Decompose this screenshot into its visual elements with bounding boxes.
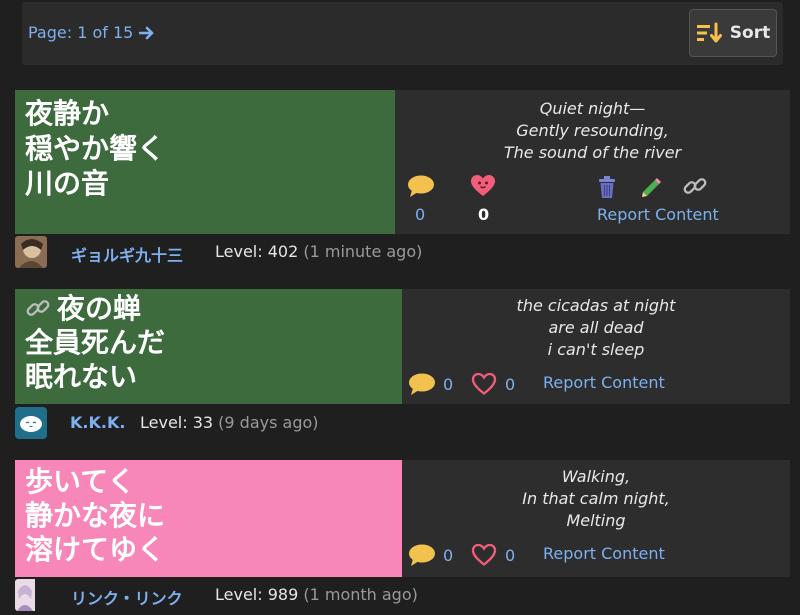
timestamp: (1 month ago): [303, 585, 418, 604]
like-button[interactable]: 0: [471, 543, 515, 567]
comment-count: 0: [443, 374, 454, 394]
toolbar: Page: 1 of 15 Sort: [22, 2, 783, 65]
translation: the cicadas at night are all dead i can'…: [402, 295, 790, 361]
haiku-line-text: 夜の蝉: [57, 292, 142, 325]
timestamp: (9 days ago): [218, 413, 319, 432]
username[interactable]: K.K.K.: [70, 413, 125, 432]
like-button[interactable]: [470, 174, 496, 198]
user-level: Level: 989 (1 month ago): [215, 585, 418, 604]
pencil-icon[interactable]: [639, 175, 663, 199]
post-card: 夜静か 穏やか響く 川の音 Quiet night— Gently resoun…: [15, 90, 790, 234]
haiku-text: 夜の蝉 全員死んだ 眠れない: [15, 289, 402, 404]
translation-line: Quiet night—: [539, 99, 646, 118]
sort-icon: [696, 22, 722, 43]
link-icon[interactable]: [25, 295, 51, 321]
translation-panel: the cicadas at night are all dead i can'…: [402, 289, 790, 404]
level-label: Level: 989: [215, 585, 299, 604]
comment-button[interactable]: 0: [408, 372, 453, 396]
translation-line: In that calm night,: [522, 489, 670, 508]
haiku-line: 静かな夜に: [25, 499, 166, 532]
translation-line: Walking,: [561, 467, 631, 486]
translation-line: are all dead: [548, 318, 644, 337]
translation-panel: Walking, In that calm night, Melting 0 0…: [402, 460, 790, 577]
like-count: 0: [505, 545, 516, 565]
user-level: Level: 402 (1 minute ago): [215, 242, 422, 261]
username[interactable]: リンク・リンク: [71, 585, 183, 609]
haiku-line: 穏やか響く: [25, 132, 166, 165]
post-card: 歩いてく 静かな夜に 溶けてゆく Walking, In that calm n…: [15, 460, 790, 577]
like-count: 0: [505, 374, 516, 394]
report-content-link[interactable]: Report Content: [597, 205, 719, 224]
user-level: Level: 33 (9 days ago): [140, 413, 319, 432]
translation-line: the cicadas at night: [516, 296, 676, 315]
post-author: ギョルギ九十三 Level: 402 (1 minute ago): [15, 236, 775, 268]
haiku-line: 全員死んだ: [25, 326, 166, 359]
heart-outline-icon: [471, 543, 497, 566]
report-content-link[interactable]: Report Content: [543, 544, 665, 563]
speech-bubble-icon: [409, 373, 435, 395]
comment-button[interactable]: [407, 174, 435, 198]
like-button[interactable]: 0: [471, 372, 515, 396]
avatar[interactable]: [15, 407, 47, 439]
level-label: Level: 402: [215, 242, 299, 261]
heart-face-icon: [471, 175, 495, 196]
translation-line: The sound of the river: [503, 143, 682, 162]
page-label: Page: 1 of 15: [28, 23, 134, 42]
translation-panel: Quiet night— Gently resounding, The soun…: [395, 90, 790, 234]
avatar[interactable]: [15, 236, 47, 268]
translation-line: i can't sleep: [547, 340, 645, 359]
post-card: 夜の蝉 全員死んだ 眠れない the cicadas at night are …: [15, 289, 790, 404]
translation-line: Gently resounding,: [516, 121, 669, 140]
haiku-text: 歩いてく 静かな夜に 溶けてゆく: [15, 460, 402, 577]
comment-button[interactable]: 0: [408, 543, 453, 567]
post-author: K.K.K. Level: 33 (9 days ago): [15, 407, 775, 439]
translation: Quiet night— Gently resounding, The soun…: [395, 98, 790, 164]
link-icon[interactable]: [682, 173, 708, 199]
report-content-link[interactable]: Report Content: [543, 373, 665, 392]
post-author: リンク・リンク Level: 989 (1 month ago): [15, 579, 775, 611]
haiku-line: 歩いてく: [25, 465, 136, 498]
heart-outline-icon: [471, 372, 497, 395]
haiku-line: 溶けてゆく: [25, 533, 166, 566]
translation: Walking, In that calm night, Melting: [402, 466, 790, 532]
arrow-right-icon[interactable]: [139, 25, 155, 41]
username[interactable]: ギョルギ九十三: [71, 242, 183, 266]
speech-bubble-icon: [408, 175, 434, 197]
page-indicator[interactable]: Page: 1 of 15: [28, 23, 155, 42]
haiku-text: 夜静か 穏やか響く 川の音: [15, 90, 395, 234]
comment-count: 0: [443, 545, 454, 565]
sort-label: Sort: [729, 23, 771, 43]
avatar[interactable]: [15, 579, 47, 611]
timestamp: (1 minute ago): [303, 242, 423, 261]
level-label: Level: 33: [140, 413, 214, 432]
sort-button[interactable]: Sort: [689, 9, 777, 57]
trash-icon[interactable]: [596, 175, 618, 199]
like-count: 0: [478, 205, 490, 224]
haiku-line: 眠れない: [25, 360, 138, 393]
haiku-line: 川の音: [25, 167, 110, 200]
haiku-line: 夜静か: [25, 97, 110, 130]
haiku-line: 夜の蝉: [25, 292, 392, 326]
speech-bubble-icon: [409, 544, 435, 566]
translation-line: Melting: [566, 511, 626, 530]
comment-count: 0: [415, 205, 426, 224]
